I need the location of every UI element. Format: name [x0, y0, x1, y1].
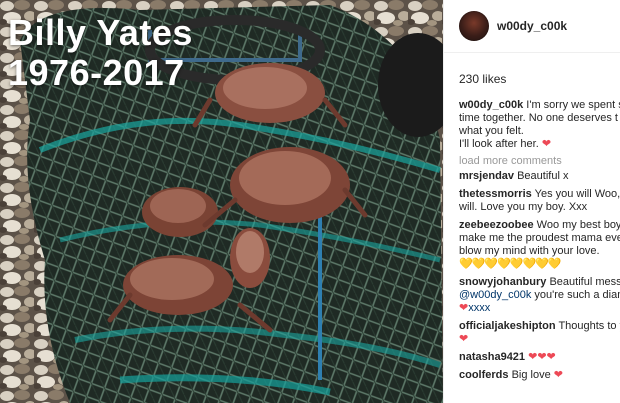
comments-list: w00dy_c00k I'm sorry we spent so time to… — [459, 99, 620, 382]
comment-text: Thoughts to y — [558, 320, 620, 332]
caption-text: I'll look after her. — [459, 138, 539, 150]
comment: snowyjohanbury Beautiful messa — [459, 276, 620, 289]
comment-username[interactable]: coolferds — [459, 369, 509, 381]
caption-line-2: time together. No one deserves t — [459, 112, 618, 124]
photo-overlay-name: Billy Yates — [8, 12, 193, 53]
post-photo[interactable]: Billy Yates 1976-2017 — [0, 0, 443, 403]
heart-icon: ❤ — [541, 138, 552, 150]
comment: coolferds Big love ❤ — [459, 369, 620, 382]
caption-text: I'm sorry we spent so — [526, 99, 620, 111]
likes-count[interactable]: 230 likes — [459, 72, 506, 86]
post-username[interactable]: w00dy_c00k — [497, 19, 567, 33]
comment-username[interactable]: natasha9421 — [459, 351, 525, 363]
caption-line-3: what you felt. — [459, 125, 524, 137]
mention-link[interactable]: @w00dy_c00k — [459, 289, 531, 301]
comment-username[interactable]: officialjakeshipton — [459, 320, 556, 332]
caption-line-4: I'll look after her. ❤ — [459, 138, 620, 151]
comment-text: will. Love you my boy. Xxx — [459, 201, 588, 213]
comment-text: Yes you will Woo, y — [534, 188, 620, 200]
post-side-panel: w00dy_c00k 230 likes w00dy_c00k I'm sorr… — [443, 0, 620, 403]
caption-line-1: w00dy_c00k I'm sorry we spent so — [459, 99, 620, 112]
heart-icon: ❤ — [459, 302, 469, 314]
comment-text: Woo my best boy — [536, 219, 620, 231]
comment-username[interactable]: thetessmorris — [459, 188, 532, 200]
comment: zeebeezoobee Woo my best boy — [459, 219, 620, 232]
comment: mrsjendav Beautiful x — [459, 170, 620, 183]
heart-icon: ❤ — [553, 369, 563, 381]
comment-text: blow my mind with your love. — [459, 245, 620, 258]
avatar[interactable] — [459, 11, 489, 41]
comment: officialjakeshipton Thoughts to y — [459, 320, 620, 333]
comment-text: ❤xxxx — [459, 302, 620, 315]
comment-username[interactable]: zeebeezoobee — [459, 219, 534, 231]
caption-username[interactable]: w00dy_c00k — [459, 99, 523, 111]
comment-username[interactable]: snowyjohanbury — [459, 276, 546, 288]
photo-overlay-years: 1976-2017 — [8, 52, 185, 93]
comment-text: @w00dy_c00k you're such a diam — [459, 289, 620, 302]
load-more-comments-link[interactable]: load more comments — [459, 155, 620, 168]
heart-icon: ❤ — [459, 333, 469, 345]
comment-text: make me the proudest mama eve — [459, 232, 620, 244]
comment: natasha9421 ❤❤❤ — [459, 351, 620, 364]
hearts-icon: ❤❤❤ — [528, 351, 556, 363]
comment-text: you're such a diam — [534, 289, 620, 301]
comment-text: Beautiful messa — [549, 276, 620, 288]
comment-text: blow my mind with your love. — [459, 245, 600, 257]
comment-text: Beautiful x — [517, 170, 569, 182]
comment-username[interactable]: mrsjendav — [459, 170, 514, 182]
comment-text: Big love — [511, 369, 551, 381]
post-header: w00dy_c00k — [444, 0, 620, 53]
comment-text: xxxx — [468, 302, 491, 314]
yellow-hearts-emoji: 💛💛💛💛💛💛💛💛 — [459, 258, 562, 270]
comment: thetessmorris Yes you will Woo, y — [459, 188, 620, 201]
